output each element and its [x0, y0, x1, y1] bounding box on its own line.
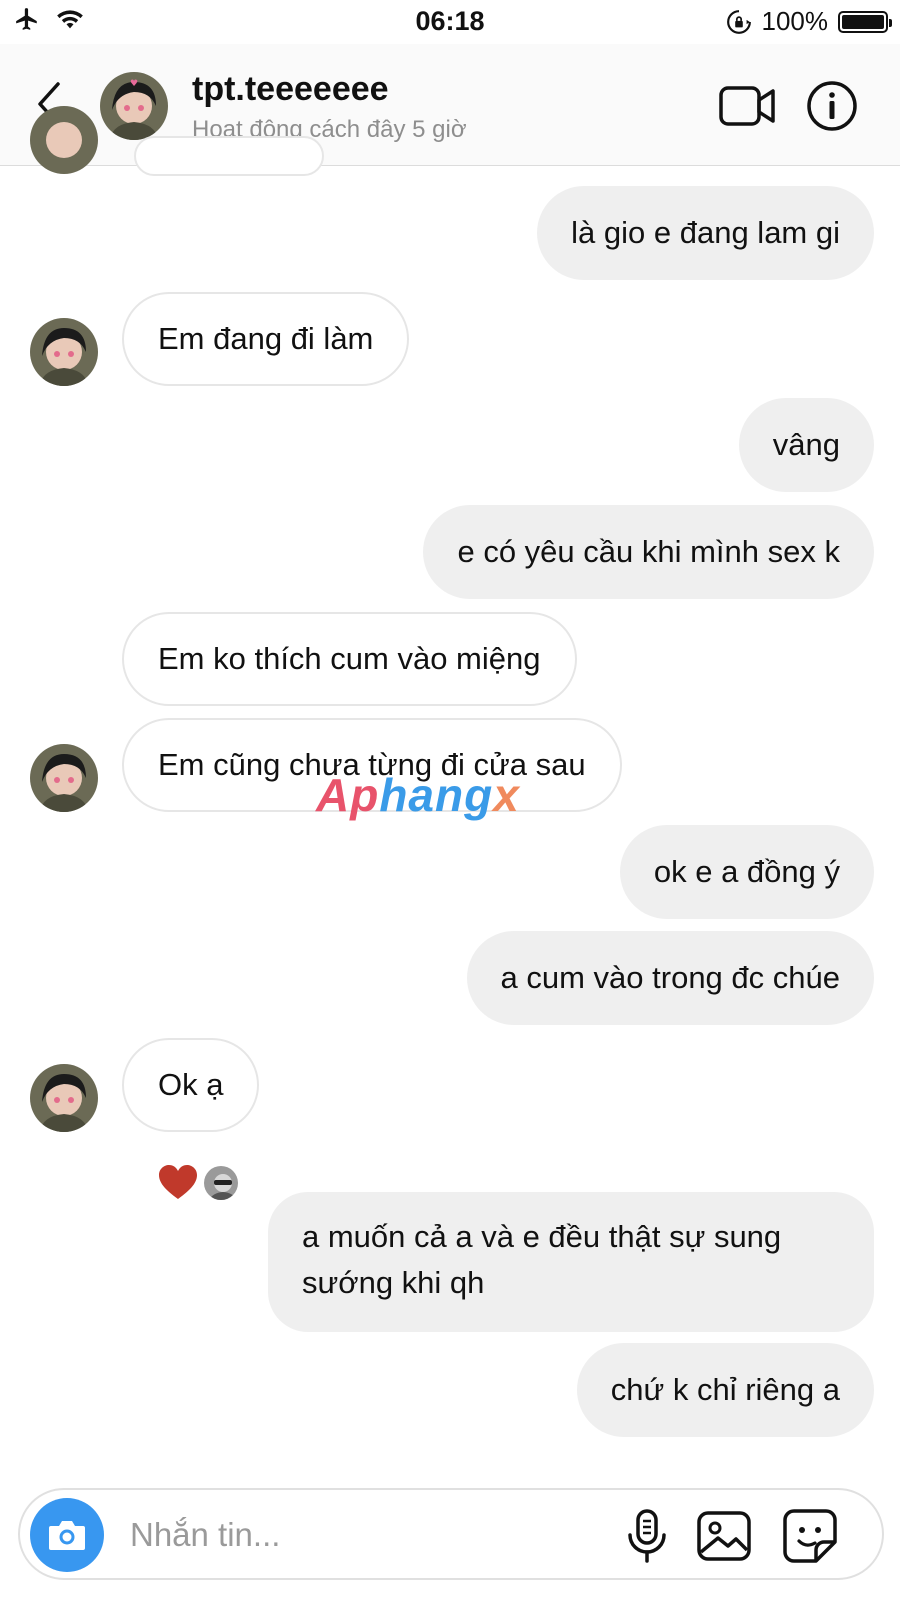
video-call-button[interactable]	[718, 82, 776, 130]
status-right: 100%	[726, 6, 892, 37]
battery-icon	[838, 10, 892, 33]
microphone-icon	[628, 1509, 666, 1563]
message-sent[interactable]: ok e a đồng ý	[619, 825, 874, 919]
gallery-button[interactable]	[696, 1508, 752, 1564]
info-button[interactable]	[806, 80, 858, 132]
message-received[interactable]: Ok ạ	[122, 1038, 260, 1132]
video-call-icon	[719, 86, 775, 126]
contact-avatar-partial	[30, 106, 98, 174]
camera-button[interactable]	[30, 1498, 104, 1572]
battery-percent: 100%	[761, 6, 829, 36]
heart-icon	[159, 1165, 197, 1199]
reactor-avatar	[202, 1164, 240, 1202]
voice-message-button[interactable]	[624, 1508, 670, 1564]
message-reaction[interactable]	[158, 1164, 240, 1202]
orientation-lock-icon	[726, 9, 751, 34]
message-sent[interactable]: a muốn cả a và e đều thật sự sung sướng …	[268, 1192, 874, 1332]
sticker-button[interactable]	[782, 1508, 838, 1564]
sticker-icon	[783, 1509, 837, 1563]
message-sent[interactable]: e có yêu cầu khi mình sex k	[423, 505, 874, 599]
message-sent[interactable]: là gio e đang lam gi	[537, 186, 874, 280]
contact-avatar[interactable]: ♥	[100, 72, 168, 140]
message-input[interactable]	[130, 1510, 590, 1560]
contact-avatar[interactable]	[30, 318, 98, 386]
message-sent[interactable]: vâng	[738, 398, 874, 492]
svg-text:♥: ♥	[130, 79, 138, 89]
message-sent[interactable]: chứ k chỉ riêng a	[576, 1343, 874, 1437]
status-bar: 06:18 100%	[0, 0, 900, 44]
info-icon	[807, 81, 857, 131]
camera-icon	[49, 1521, 85, 1550]
message-received[interactable]: Em đang đi làm	[122, 292, 410, 386]
message-bubble-partial	[134, 136, 324, 176]
contact-username[interactable]: tpt.teeeeeee	[192, 70, 389, 109]
message-received[interactable]: Em ko thích cum vào miệng	[122, 612, 577, 706]
contact-avatar[interactable]	[30, 1064, 98, 1132]
message-sent[interactable]: a cum vào trong đc chúe	[466, 931, 874, 1025]
watermark-logo: Aphangx	[316, 769, 520, 821]
contact-avatar[interactable]	[30, 744, 98, 812]
message-composer	[18, 1488, 884, 1580]
gallery-icon	[697, 1511, 751, 1561]
